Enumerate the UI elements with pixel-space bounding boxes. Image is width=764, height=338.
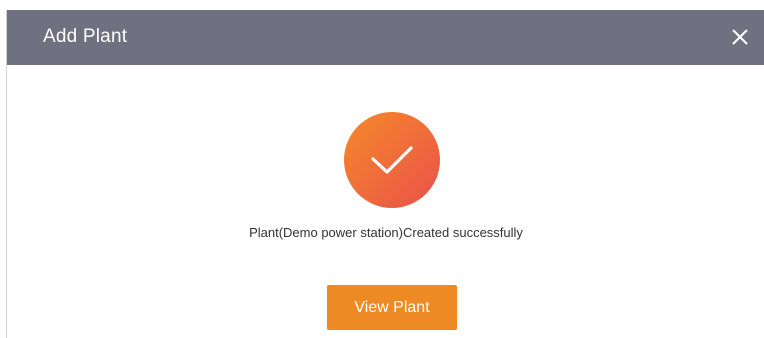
close-icon (732, 29, 748, 45)
success-badge (344, 112, 440, 208)
dialog-header: Add Plant (7, 10, 764, 65)
dialog-title: Add Plant (43, 26, 128, 47)
view-plant-button[interactable]: View Plant (327, 285, 457, 330)
success-message: Plant(Demo power station)Created success… (249, 225, 523, 240)
close-button[interactable] (729, 26, 751, 48)
checkmark-icon (371, 146, 413, 174)
add-plant-dialog: Add Plant Plant(Demo power station)Creat… (6, 10, 764, 338)
